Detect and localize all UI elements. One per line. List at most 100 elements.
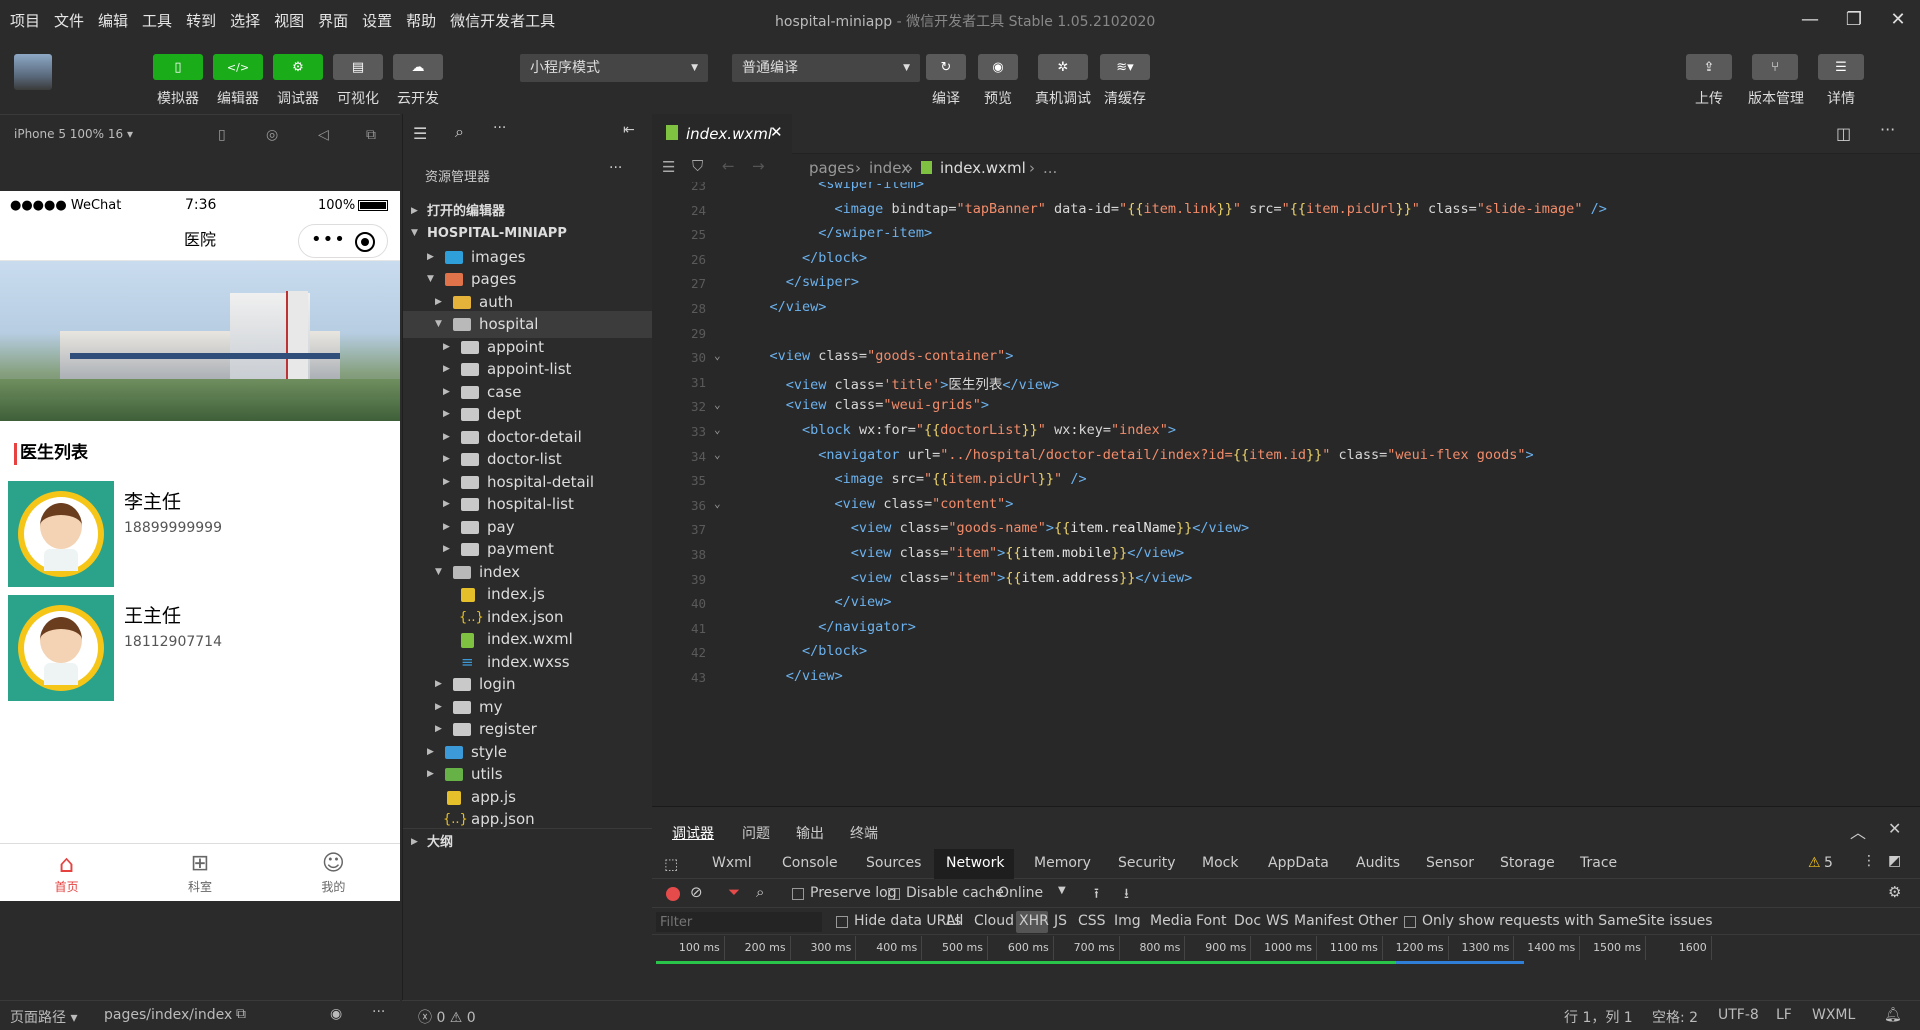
forward-icon[interactable]: → — [752, 157, 765, 175]
menu-item[interactable]: 视图 — [274, 10, 304, 31]
fold-chevron-icon[interactable]: ⌄ — [714, 349, 721, 362]
tab-storage[interactable]: Storage — [1500, 855, 1555, 871]
dock-icon[interactable]: ◩ — [1888, 853, 1901, 869]
type-filter-other[interactable]: Other — [1358, 913, 1398, 929]
network-timeline[interactable]: 100 ms 200 ms 300 ms 400 ms 500 ms 600 ms 700 … — [652, 936, 1920, 960]
more-icon[interactable]: ··· — [609, 160, 622, 176]
tab-memory[interactable]: Memory — [1034, 855, 1091, 871]
close-icon[interactable]: ✕ — [1888, 819, 1901, 838]
type-filter-doc[interactable]: Doc — [1234, 913, 1261, 929]
problems-count[interactable]: ⓧ 0 ⚠ 0 — [418, 1007, 476, 1027]
minimize-icon[interactable]: — — [1790, 6, 1830, 34]
search-icon[interactable]: ⌕ — [455, 122, 464, 142]
panel-tab-problems[interactable]: 问题 — [742, 823, 770, 843]
filter-icon[interactable]: ⏷ — [728, 883, 740, 901]
menu-item[interactable]: 界面 — [318, 10, 348, 31]
project-section[interactable]: ▼ HOSPITAL-MINIAPP — [403, 220, 653, 247]
menu-item[interactable]: 文件 — [54, 10, 84, 31]
collapse-icon[interactable]: ⇤ — [623, 122, 635, 138]
line-ending[interactable]: LF — [1776, 1007, 1792, 1023]
mode-select[interactable]: 小程序模式 ▼ — [520, 54, 708, 82]
outline-section[interactable]: ▶ 大纲 — [403, 828, 653, 855]
throttle-select[interactable]: Online — [998, 885, 1043, 901]
type-filter-manifest[interactable]: Manifest — [1294, 913, 1354, 929]
indent-setting[interactable]: 空格: 2 — [1652, 1007, 1698, 1027]
samesite-checkbox[interactable] — [1404, 916, 1416, 928]
page-path-label[interactable]: 页面路径 ▾ — [10, 1007, 77, 1027]
capsule-menu[interactable]: ••• — [298, 224, 388, 258]
tab-home[interactable]: ⌂ 首页 — [0, 844, 133, 901]
warning-count[interactable]: 5 — [1824, 855, 1833, 871]
more-icon[interactable]: ··· — [493, 120, 506, 136]
tab-console[interactable]: Console — [782, 855, 838, 871]
caret-down-icon[interactable]: ▼ — [1058, 885, 1066, 896]
menu-item[interactable]: 项目 — [10, 10, 40, 31]
preview-button[interactable]: ◉ — [978, 54, 1018, 80]
search-icon[interactable]: ⌕ — [756, 883, 764, 901]
doctor-card[interactable]: 王主任 18112907714 — [8, 595, 392, 703]
menu-item[interactable]: 帮助 — [406, 10, 436, 31]
fold-chevron-icon[interactable]: ⌄ — [714, 398, 721, 411]
export-icon[interactable]: ⭳ — [1124, 883, 1129, 907]
tab-mine[interactable]: ☺ 我的 — [267, 844, 400, 901]
warning-icon[interactable]: ⚠ — [1808, 855, 1821, 871]
panel-tab-output[interactable]: 输出 — [796, 823, 824, 843]
copy-icon[interactable]: ⧉ — [236, 1006, 246, 1022]
disable-cache-checkbox[interactable] — [888, 888, 900, 900]
tab-audits[interactable]: Audits — [1356, 855, 1400, 871]
menu-item[interactable]: 工具 — [142, 10, 172, 31]
chevron-up-icon[interactable]: ︿ — [1850, 819, 1866, 843]
type-filter-xhr[interactable]: XHR — [1016, 911, 1049, 933]
fold-chevron-icon[interactable]: ⌄ — [714, 497, 721, 510]
type-filter-js[interactable]: JS — [1054, 913, 1067, 929]
breadcrumb-item[interactable]: pages — [809, 159, 854, 177]
type-filter-cloud[interactable]: Cloud — [974, 913, 1014, 929]
type-filter-font[interactable]: Font — [1196, 913, 1226, 929]
more-icon[interactable]: ··· — [1880, 120, 1895, 139]
panel-tab-debugger[interactable]: 调试器 — [672, 823, 714, 843]
phone-icon[interactable]: ▯ — [218, 127, 226, 143]
fold-chevron-icon[interactable]: ⌄ — [714, 423, 721, 436]
tab-index-wxml[interactable]: index.wxml ✕ — [652, 114, 792, 154]
tab-network[interactable]: Network — [934, 849, 1014, 879]
tab-appdata[interactable]: AppData — [1268, 855, 1329, 871]
tab-mock[interactable]: Mock — [1202, 855, 1238, 871]
tab-trace[interactable]: Trace — [1580, 855, 1617, 871]
type-filter-media[interactable]: Media — [1150, 913, 1192, 929]
avatar[interactable] — [14, 54, 52, 90]
encoding[interactable]: UTF-8 — [1718, 1007, 1759, 1023]
simulator-button[interactable]: ▯ — [153, 54, 203, 80]
popout-icon[interactable]: ⧉ — [366, 127, 376, 143]
type-filter-all[interactable]: All — [946, 913, 963, 929]
more-vert-icon[interactable]: ⋮ — [1862, 853, 1876, 869]
doctor-card[interactable]: 李主任 18899999999 — [8, 481, 392, 589]
list-icon[interactable]: ☰ — [662, 158, 675, 176]
menu-item[interactable]: 微信开发者工具 — [450, 10, 555, 31]
import-icon[interactable]: ⭱ — [1094, 883, 1099, 907]
close-icon[interactable]: ✕ — [1878, 6, 1918, 34]
tab-wxml[interactable]: Wxml — [712, 855, 752, 871]
device-select[interactable]: iPhone 5 100% 16 ▾ — [14, 127, 133, 141]
language-mode[interactable]: WXML — [1812, 1007, 1855, 1023]
bookmark-icon[interactable]: ⛉ — [692, 157, 703, 175]
back-icon[interactable]: ← — [722, 157, 735, 175]
list-icon[interactable]: ☰ — [413, 124, 427, 143]
breadcrumb-item[interactable]: ... — [1043, 159, 1057, 177]
details-button[interactable]: ☰ — [1818, 54, 1864, 80]
type-filter-css[interactable]: CSS — [1078, 913, 1106, 929]
debugger-button[interactable]: ⚙ — [273, 54, 323, 80]
tab-sources[interactable]: Sources — [866, 855, 921, 871]
hide-data-urls-checkbox[interactable] — [836, 916, 848, 928]
breadcrumb-item[interactable]: index — [869, 159, 910, 177]
more-icon[interactable]: ••• — [311, 224, 346, 256]
tab-security[interactable]: Security — [1118, 855, 1176, 871]
tab-sensor[interactable]: Sensor — [1426, 855, 1474, 871]
menu-item[interactable]: 编辑 — [98, 10, 128, 31]
filter-input[interactable] — [656, 912, 822, 932]
gear-icon[interactable]: ⚙ — [1888, 883, 1901, 901]
remote-debug-button[interactable]: ✲ — [1038, 54, 1088, 80]
clear-icon[interactable]: ⊘ — [690, 883, 703, 901]
clear-cache-button[interactable]: ≋▾ — [1100, 54, 1150, 80]
inspect-icon[interactable]: ⬚ — [664, 855, 678, 873]
breadcrumb-item[interactable]: index.wxml — [940, 159, 1026, 177]
